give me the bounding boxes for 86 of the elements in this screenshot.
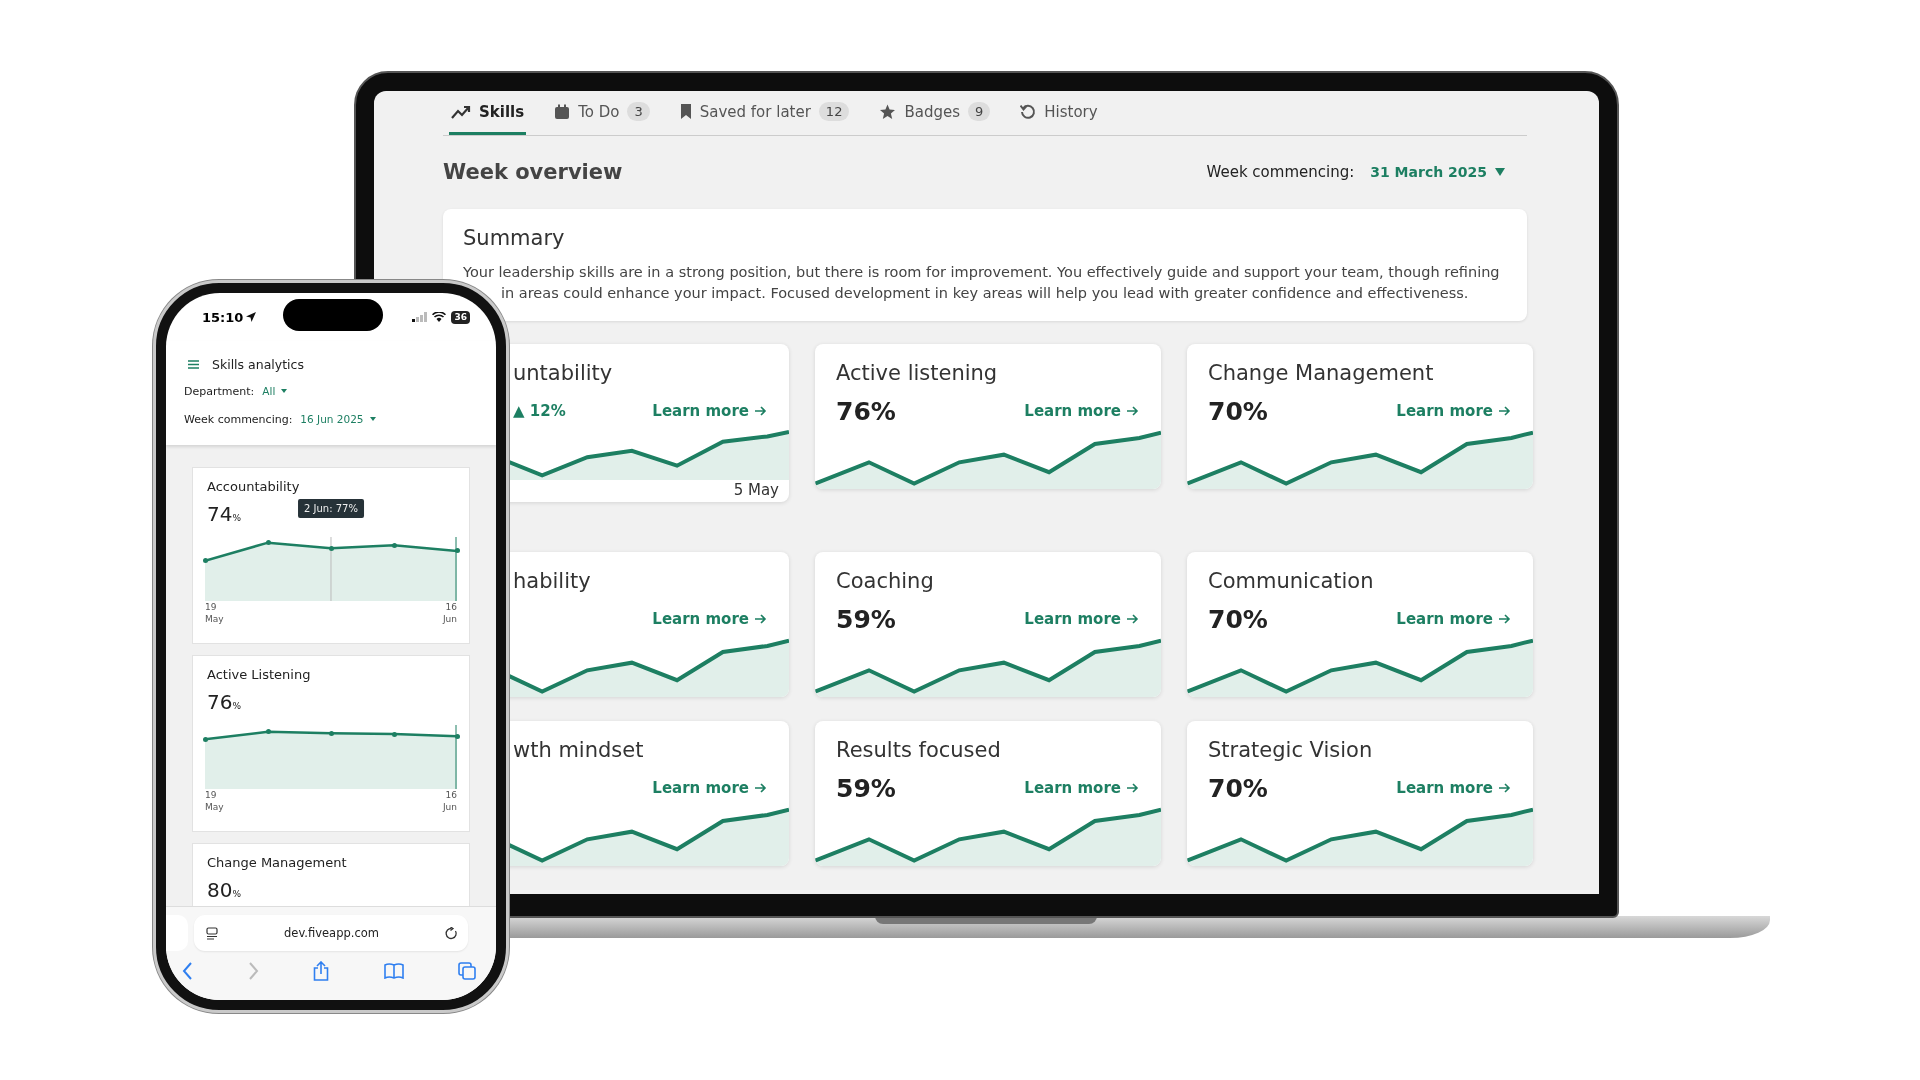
star-icon [879, 103, 897, 120]
filter-label: Week commencing: [184, 412, 293, 426]
address-bar[interactable]: dev.fiveapp.com [194, 915, 468, 951]
skill-title: Active listening [835, 360, 999, 387]
calendar-icon [554, 103, 571, 120]
back-icon[interactable] [182, 962, 193, 980]
arrow-right-icon [755, 406, 767, 416]
skill-percentage: 59% [836, 773, 896, 803]
learn-more-link[interactable]: Learn more [1024, 402, 1139, 420]
battery-indicator: 36 [451, 310, 470, 324]
skill-title: Accountability [206, 478, 301, 496]
tab[interactable]: To Do 3 [552, 91, 652, 135]
skill-title: Active Listening [206, 666, 312, 684]
axis-label: 16 Jun [442, 601, 457, 625]
page-menu-icon[interactable] [206, 926, 218, 940]
skill-title: Results focused [835, 737, 1002, 764]
skill-percentage: 74% [206, 501, 241, 528]
summary-title: Summary [463, 225, 566, 252]
summary-text: Your leadership skills are in a strong position, but there is room for improvement. You effectively guide and support your team, though refining in areas could enhance your impact. Focused development in key areas will help you lead with greater confidence and effectiveness. [463, 263, 1501, 303]
skill-title: Coaching [835, 568, 935, 595]
share-icon[interactable] [313, 961, 329, 981]
learn-more-link[interactable]: Learn more [652, 610, 767, 628]
skill-title: Communication [1207, 568, 1375, 595]
skill-percentage: 70% [1208, 396, 1268, 426]
date-label: 5 May [732, 480, 780, 501]
signal-icon [412, 312, 428, 322]
skill-title: wth mindset [512, 737, 645, 764]
skill-percentage: 59% [836, 604, 896, 634]
app-title: Skills analytics [212, 356, 304, 372]
learn-more-link[interactable]: Learn more [652, 779, 767, 797]
tabs-icon[interactable] [458, 962, 476, 980]
learn-more-link[interactable]: Learn more [1024, 610, 1139, 628]
skill-percentage: 70% [1208, 604, 1268, 634]
trend-icon [451, 104, 471, 119]
skill-percentage: 76% [836, 396, 896, 426]
page-heading: Week overview [443, 160, 623, 184]
skill-title: untability [512, 360, 614, 387]
tab[interactable]: Badges 9 [877, 91, 993, 135]
arrow-right-icon [1499, 614, 1511, 624]
arrow-right-icon [1499, 783, 1511, 793]
count-badge: 3 [627, 102, 650, 121]
skill-title: hability [512, 568, 592, 595]
arrow-right-icon [755, 614, 767, 624]
filter-dropdown[interactable]: All [262, 385, 288, 397]
skill-title: Change Management [1207, 360, 1435, 387]
filter-label: Department: [184, 384, 255, 398]
skill-percentage: 80% [206, 877, 241, 904]
location-icon [246, 312, 257, 322]
caret-icon [369, 417, 376, 421]
axis-label: 19 May [205, 601, 224, 625]
count-badge: 9 [968, 102, 991, 121]
learn-more-link[interactable]: Learn more [1396, 779, 1511, 797]
url-text: dev.fiveapp.com [284, 926, 379, 940]
learn-more-link[interactable]: Learn more [1396, 402, 1511, 420]
count-badge: 12 [818, 102, 850, 121]
learn-more-link[interactable]: Learn more [1024, 779, 1139, 797]
arrow-right-icon [1127, 406, 1139, 416]
learn-more-link[interactable]: Learn more [652, 402, 767, 420]
trend-value: ▲ 12% [513, 402, 566, 420]
week-dropdown[interactable]: 31 March 2025 [1370, 164, 1505, 180]
history-icon [1020, 103, 1037, 120]
arrow-right-icon [1127, 614, 1139, 624]
status-time: 15:10 [202, 309, 257, 325]
skill-percentage: 70% [1208, 773, 1268, 803]
axis-label: 16 Jun [442, 789, 457, 813]
reload-icon[interactable] [445, 926, 458, 940]
tab[interactable]: Skills [449, 91, 527, 135]
caret-icon [1495, 168, 1505, 176]
bookmark-icon [679, 103, 692, 120]
skill-title: Strategic Vision [1207, 737, 1374, 764]
wifi-icon [432, 312, 447, 322]
caret-icon [281, 389, 288, 393]
menu-icon[interactable] [188, 359, 199, 369]
week-label: Week commencing: [1206, 163, 1355, 181]
filter-dropdown[interactable]: 16 Jun 2025 [300, 413, 376, 425]
skill-title: Change Management [206, 854, 348, 872]
arrow-right-icon [755, 783, 767, 793]
axis-label: 19 May [205, 789, 224, 813]
tab[interactable]: Saved for later 12 [677, 91, 852, 135]
arrow-right-icon [1499, 406, 1511, 416]
arrow-right-icon [1127, 783, 1139, 793]
book-icon[interactable] [383, 963, 404, 979]
learn-more-link[interactable]: Learn more [1396, 610, 1511, 628]
tab[interactable]: History [1018, 91, 1100, 135]
chart-tooltip: 2 Jun: 77% [298, 499, 364, 518]
skill-percentage: 76% [206, 689, 241, 716]
